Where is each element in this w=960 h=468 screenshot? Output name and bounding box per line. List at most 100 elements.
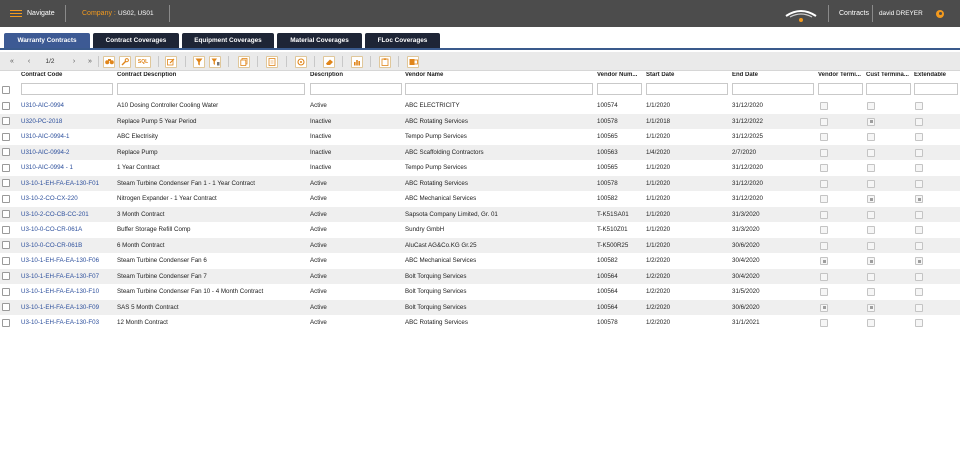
vendor-termination-checkbox[interactable] [820, 164, 828, 172]
extendable-checkbox[interactable] [915, 257, 923, 265]
extendable-checkbox[interactable] [915, 102, 923, 110]
extendable-checkbox[interactable] [915, 195, 923, 203]
vendor-termination-checkbox[interactable] [820, 117, 828, 126]
vendor-termination-checkbox[interactable] [820, 133, 828, 141]
cust-termination-checkbox[interactable] [867, 303, 875, 312]
table-row[interactable]: U3-10-2-CO-CB-CC-201 3 Month Contract Acti… [0, 206, 960, 222]
chart-icon[interactable] [351, 55, 363, 68]
row-select-checkbox[interactable] [2, 210, 10, 218]
extendable-checkbox[interactable] [915, 164, 923, 172]
cell-contract-code[interactable]: U320-PC-2018 [21, 114, 113, 130]
cell-contract-code[interactable]: U3-10-0-CO-CR-061A [21, 222, 113, 238]
last-page-button[interactable]: » [86, 55, 94, 68]
column-header-start-date[interactable]: Start Date [646, 72, 728, 82]
cell-contract-code[interactable]: U310-AIC-0994-1 [21, 129, 113, 145]
extendable-checkbox[interactable] [915, 288, 923, 296]
tab-warranty-contracts[interactable]: Warranty Contracts [4, 33, 90, 48]
column-header-description[interactable]: Description [310, 72, 402, 82]
filter-vendor-termination[interactable] [818, 83, 863, 95]
row-select-checkbox[interactable] [2, 163, 10, 172]
cell-contract-code[interactable]: U310-AIC-0994-2 [21, 145, 113, 161]
cust-termination-checkbox[interactable] [867, 226, 875, 234]
user-settings-icon[interactable] [936, 0, 945, 27]
table-row[interactable]: U3-10-1-EH-FA-EA-130-F09 SAS 5 Month Cont… [0, 299, 960, 316]
row-select-checkbox[interactable] [2, 318, 10, 327]
extendable-checkbox[interactable] [915, 210, 923, 219]
copy-icon[interactable] [238, 55, 250, 68]
edit-icon[interactable] [165, 55, 177, 68]
sql-button[interactable]: SQL [135, 55, 151, 68]
wrench-icon[interactable] [119, 55, 131, 68]
table-row[interactable]: U3-10-1-EH-FA-EA-130-F07 Steam Turbine Co… [0, 268, 960, 284]
column-header-contract-description[interactable]: Contract Description [117, 72, 305, 82]
cell-contract-code[interactable]: U3-10-1-EH-FA-EA-130-F09 [21, 300, 113, 316]
cust-termination-checkbox[interactable] [867, 148, 875, 157]
table-row[interactable]: U3-10-1-EH-FA-EA-130-F10 Steam Turbine Co… [0, 284, 960, 300]
cell-contract-code[interactable]: U3-10-1-EH-FA-EA-130-F03 [21, 315, 113, 331]
filter-vendor-number[interactable] [597, 83, 642, 95]
vendor-termination-checkbox[interactable] [820, 195, 828, 203]
tab-contract-coverages[interactable]: Contract Coverages [93, 33, 179, 48]
vendor-termination-checkbox[interactable] [820, 257, 828, 265]
filter-advanced-icon[interactable] [209, 55, 221, 68]
vendor-termination-checkbox[interactable] [820, 210, 828, 219]
tab-material-coverages[interactable]: Material Coverages [277, 33, 362, 48]
next-page-button[interactable]: › [70, 55, 78, 68]
vendor-termination-checkbox[interactable] [820, 303, 828, 312]
row-select-checkbox[interactable] [2, 132, 10, 141]
vendor-termination-checkbox[interactable] [820, 179, 828, 188]
cust-termination-checkbox[interactable] [867, 210, 875, 219]
table-row[interactable]: U3-10-1-EH-FA-EA-130-F03 12 Month Contrac… [0, 315, 960, 331]
extendable-checkbox[interactable] [915, 319, 923, 327]
table-row[interactable]: U3-10-0-CO-CR-061A Buffer Storage Refill … [0, 222, 960, 238]
tab-floc-coverages[interactable]: FLoc Coverages [365, 33, 440, 48]
extendable-checkbox[interactable] [915, 133, 923, 141]
column-header-vendor-name[interactable]: Vendor Name [405, 72, 593, 82]
row-select-checkbox[interactable] [2, 148, 10, 156]
eraser-icon[interactable] [323, 55, 335, 68]
vendor-termination-checkbox[interactable] [820, 272, 828, 281]
table-row[interactable]: U3-10-0-CO-CR-061B 6 Month Contract Active… [0, 237, 960, 254]
cust-termination-checkbox[interactable] [867, 164, 875, 172]
row-select-checkbox[interactable] [2, 179, 10, 187]
filter-description[interactable] [310, 83, 402, 95]
cell-contract-code[interactable]: U3-10-2-CO-CX-220 [21, 191, 113, 207]
cust-termination-checkbox[interactable] [867, 272, 875, 281]
cust-termination-checkbox[interactable] [867, 319, 875, 327]
column-header-cust-termination[interactable]: Cust Termina... [866, 72, 911, 82]
user-name[interactable]: david DREYER [879, 0, 923, 27]
vendor-termination-checkbox[interactable] [820, 288, 828, 296]
column-header-extendable[interactable]: Extendable [914, 72, 958, 82]
row-select-checkbox[interactable] [2, 303, 10, 311]
cust-termination-checkbox[interactable] [867, 257, 875, 265]
notes-icon[interactable] [266, 55, 278, 68]
vendor-termination-checkbox[interactable] [820, 241, 828, 250]
filter-icon[interactable] [193, 55, 205, 68]
cust-termination-checkbox[interactable] [867, 102, 875, 110]
cell-contract-code[interactable]: U3-10-1-EH-FA-EA-130-F06 [21, 253, 113, 269]
row-select-checkbox[interactable] [2, 101, 10, 110]
cell-contract-code[interactable]: U3-10-1-EH-FA-EA-130-F10 [21, 284, 113, 300]
extendable-checkbox[interactable] [915, 226, 923, 234]
menu-icon[interactable] [10, 0, 22, 27]
row-select-checkbox[interactable] [2, 287, 10, 296]
row-select-checkbox[interactable] [2, 117, 10, 125]
row-select-checkbox[interactable] [2, 225, 10, 234]
filter-extendable[interactable] [914, 83, 958, 95]
table-row[interactable]: U320-PC-2018 Replace Pump 5 Year Period In… [0, 113, 960, 130]
extendable-checkbox[interactable] [915, 179, 923, 188]
row-select-checkbox[interactable] [2, 272, 10, 280]
cust-termination-checkbox[interactable] [867, 179, 875, 188]
navigate-button[interactable]: Navigate [27, 0, 55, 27]
cell-contract-code[interactable]: U310-AIC-0994 - 1 [21, 160, 113, 176]
prev-page-button[interactable]: ‹ [25, 55, 33, 68]
filter-vendor-name[interactable] [405, 83, 593, 95]
cust-termination-checkbox[interactable] [867, 133, 875, 141]
cell-contract-code[interactable]: U3-10-0-CO-CR-061B [21, 238, 113, 254]
cell-contract-code[interactable]: U3-10-1-EH-FA-EA-130-F01 [21, 176, 113, 192]
cust-termination-checkbox[interactable] [867, 288, 875, 296]
refresh-icon[interactable] [295, 55, 307, 68]
cust-termination-checkbox[interactable] [867, 241, 875, 250]
extendable-checkbox[interactable] [915, 117, 923, 126]
filter-contract-description[interactable] [117, 83, 305, 95]
